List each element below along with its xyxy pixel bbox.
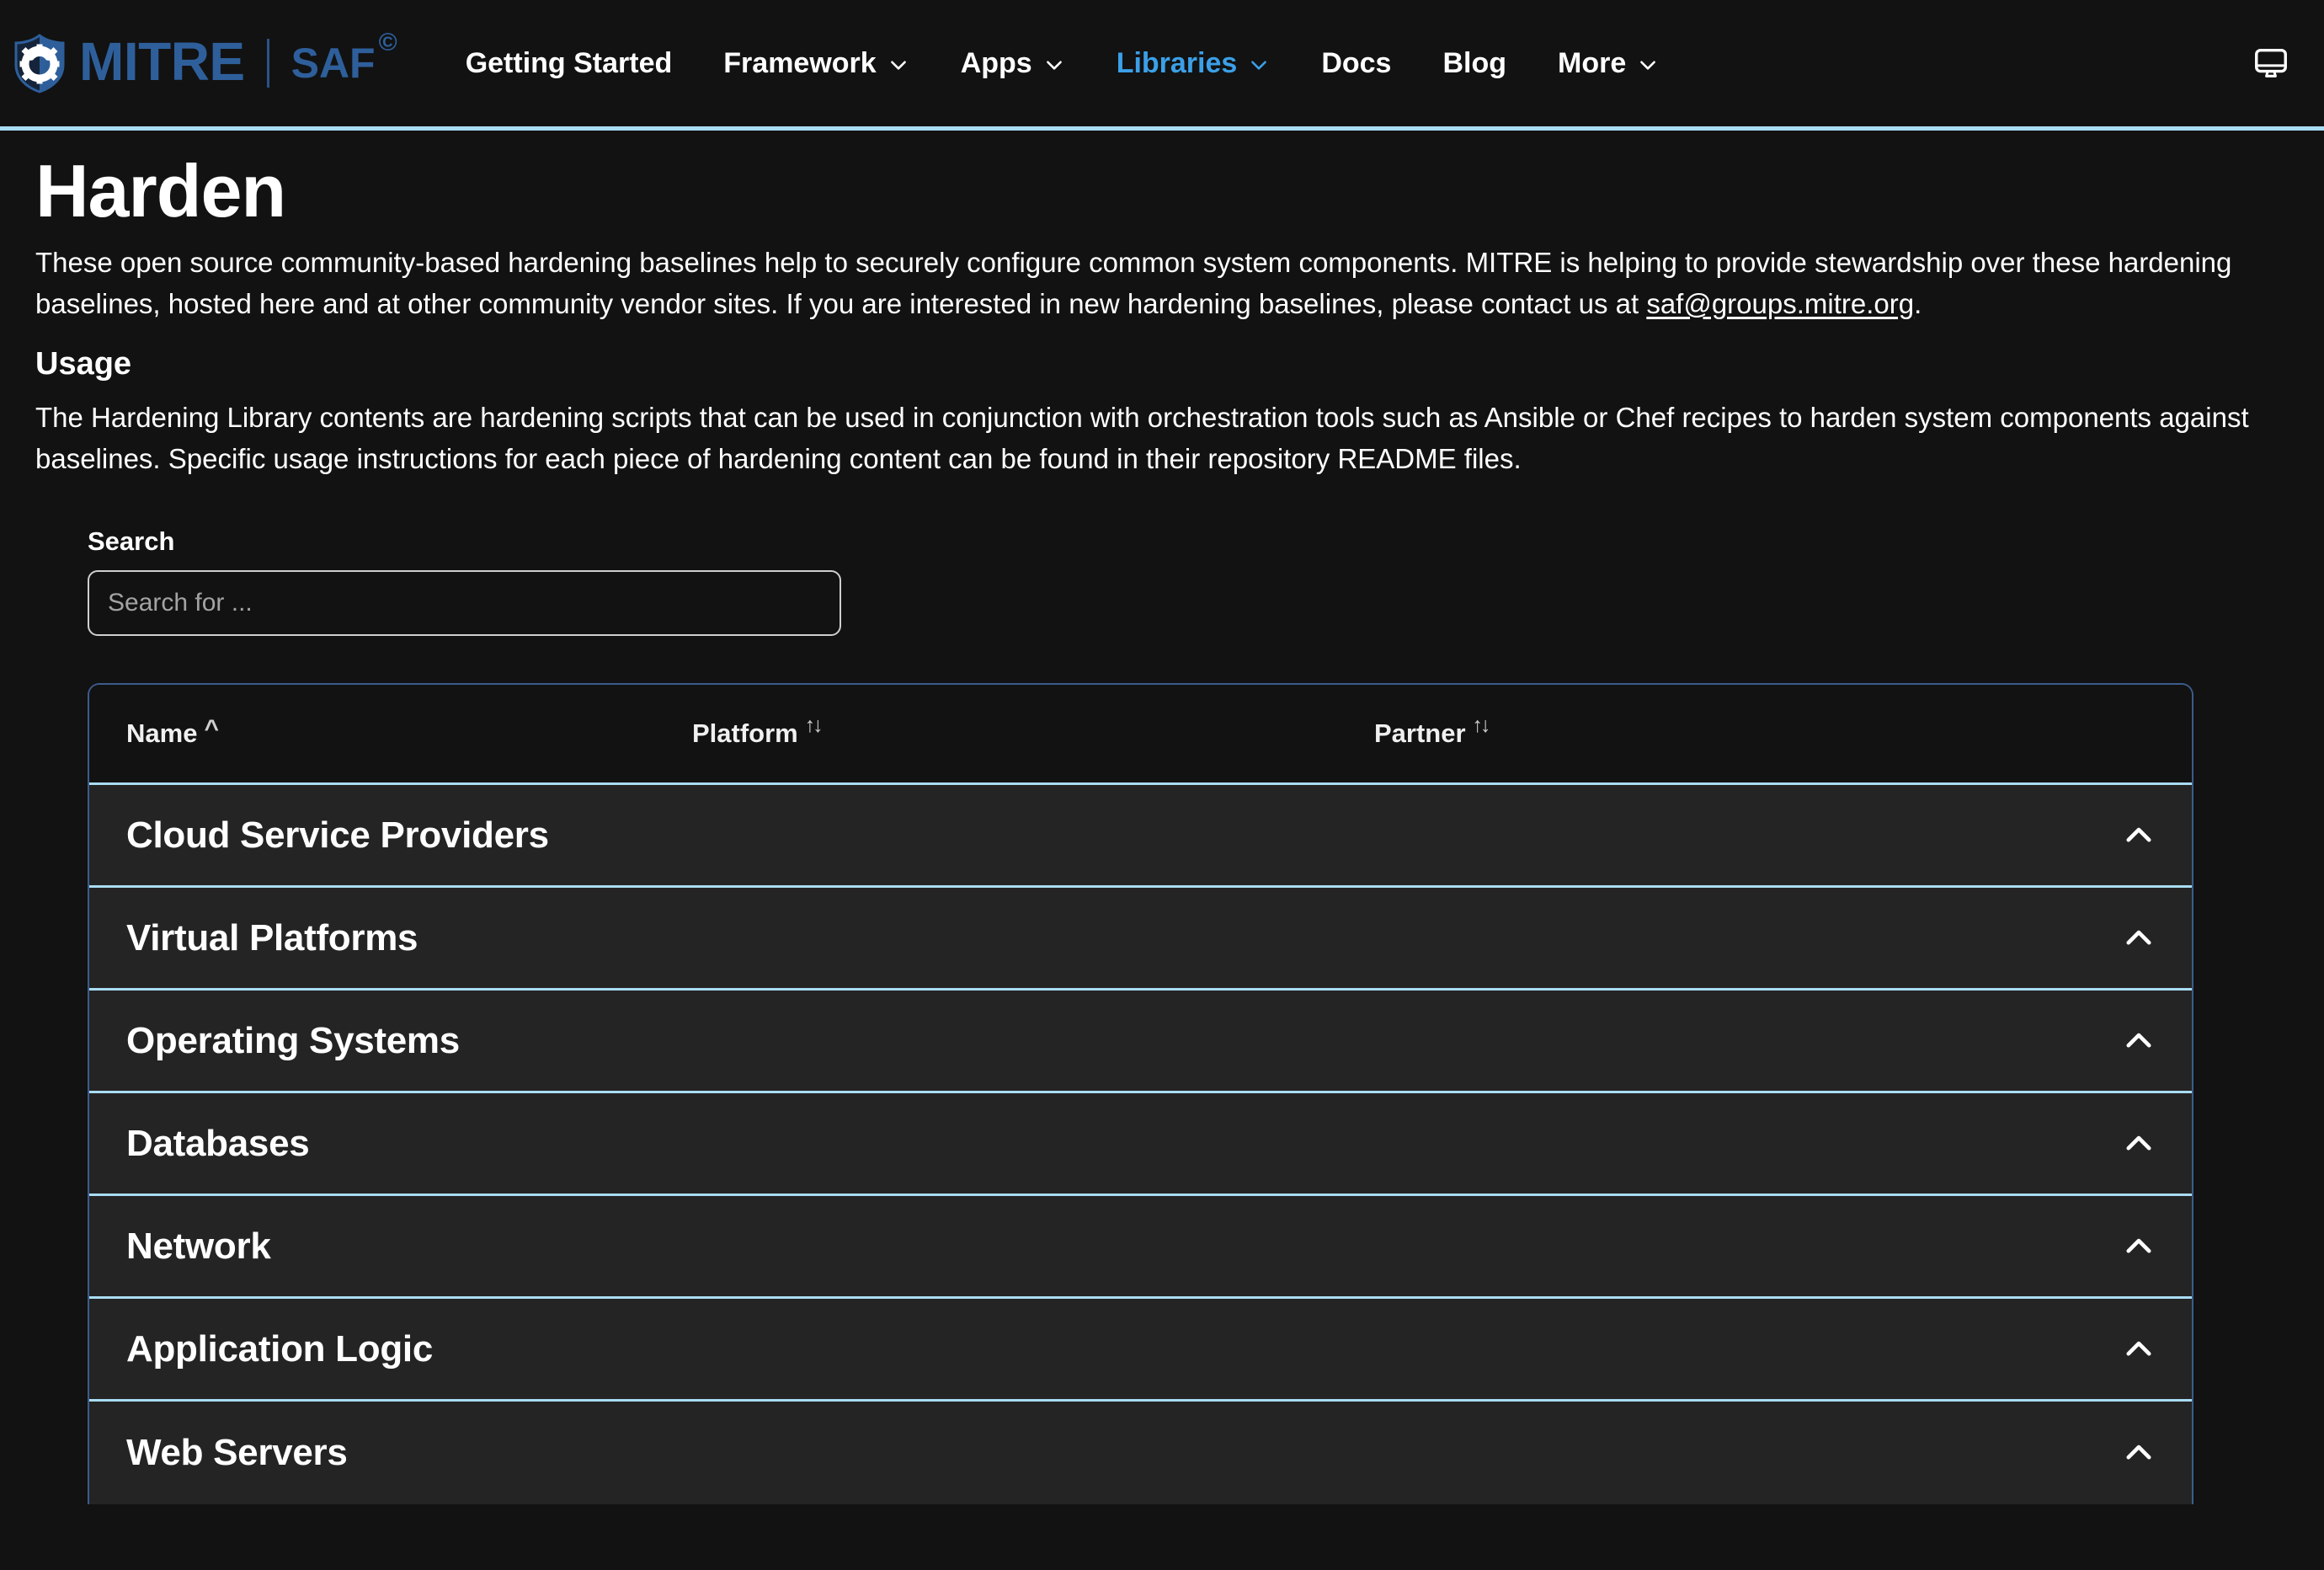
column-header-platform[interactable]: Platform ↑↓ xyxy=(692,713,1374,749)
chevron-up-icon[interactable] xyxy=(2121,1126,2156,1161)
accordion-title: Network xyxy=(126,1225,271,1267)
accordion-title: Application Logic xyxy=(126,1327,434,1370)
column-label: Name xyxy=(126,718,198,749)
search-block: Search xyxy=(35,526,2290,637)
nav-label: Framework xyxy=(723,46,877,79)
nav-item-getting-started[interactable]: Getting Started xyxy=(466,39,673,88)
mitre-wordmark: MITRE xyxy=(79,31,245,92)
nav-item-apps[interactable]: Apps xyxy=(961,39,1065,88)
nav-item-docs[interactable]: Docs xyxy=(1321,39,1391,88)
nav-item-more[interactable]: More xyxy=(1558,39,1659,88)
usage-paragraph: The Hardening Library contents are harde… xyxy=(35,402,2249,474)
accordion-row-databases[interactable]: Databases xyxy=(89,1093,2192,1197)
saf-wordmark: SAF © xyxy=(290,29,397,87)
chevron-up-icon[interactable] xyxy=(2121,1229,2156,1264)
accordion-row-operating-systems[interactable]: Operating Systems xyxy=(89,991,2192,1094)
chevron-up-icon[interactable] xyxy=(2121,1332,2156,1367)
nav-label: More xyxy=(1558,46,1627,79)
accordion-title: Web Servers xyxy=(126,1432,348,1474)
accordion-row-application-logic[interactable]: Application Logic xyxy=(89,1299,2192,1402)
accordion-row-virtual-platforms[interactable]: Virtual Platforms xyxy=(89,888,2192,991)
chevron-down-icon xyxy=(887,54,909,76)
column-label: Platform xyxy=(692,718,798,749)
search-label: Search xyxy=(88,526,175,557)
nav-label: Apps xyxy=(960,46,1032,79)
desktop-monitor-icon[interactable] xyxy=(2252,44,2290,83)
nav-label: Blog xyxy=(1442,46,1506,79)
top-navigation-bar: MITRE SAF © Getting Started Framework App… xyxy=(0,0,2324,131)
chevron-up-icon[interactable] xyxy=(2121,1023,2156,1059)
column-header-partner[interactable]: Partner ↑↓ xyxy=(1374,713,2192,749)
nav-item-blog[interactable]: Blog xyxy=(1442,39,1506,88)
nav-item-libraries[interactable]: Libraries xyxy=(1117,39,1271,88)
nav-item-framework[interactable]: Framework xyxy=(723,39,909,88)
accordion-row-network[interactable]: Network xyxy=(89,1196,2192,1300)
chevron-down-icon xyxy=(1043,54,1065,76)
column-header-name[interactable]: Name ^ xyxy=(126,715,692,749)
sort-both-icon: ↑↓ xyxy=(804,713,824,738)
hardening-library-table: Name ^ Platform ↑↓ Partner ↑↓ Cloud Serv… xyxy=(88,683,2193,1505)
brand-divider xyxy=(266,39,269,88)
contact-email-link[interactable]: saf@groups.mitre.org xyxy=(1646,288,1914,319)
column-label: Partner xyxy=(1374,718,1466,749)
accordion-row-web-servers[interactable]: Web Servers xyxy=(89,1402,2192,1505)
main-content: Harden These open source community-based… xyxy=(0,131,2324,1505)
accordion-title: Databases xyxy=(126,1122,310,1164)
search-input[interactable] xyxy=(88,570,841,637)
copyright-symbol: © xyxy=(378,29,397,57)
sort-ascending-icon: ^ xyxy=(204,715,219,744)
nav-label: Docs xyxy=(1321,46,1392,79)
chevron-up-icon[interactable] xyxy=(2121,818,2156,853)
primary-nav: Getting Started Framework Apps Libraries… xyxy=(466,39,2324,88)
chevron-down-icon xyxy=(1248,54,1270,76)
nav-label: Libraries xyxy=(1116,46,1238,79)
nav-label: Getting Started xyxy=(465,46,673,79)
sort-both-icon: ↑↓ xyxy=(1472,713,1491,738)
brand-logo[interactable]: MITRE SAF © xyxy=(12,29,397,93)
chevron-up-icon[interactable] xyxy=(2121,921,2156,956)
intro-text-end: . xyxy=(1914,287,1922,319)
accordion-title: Cloud Service Providers xyxy=(126,814,549,856)
page-title: Harden xyxy=(35,149,286,232)
chevron-up-icon[interactable] xyxy=(2121,1435,2156,1471)
accordion-title: Virtual Platforms xyxy=(126,916,418,959)
mitre-shield-gear-icon xyxy=(12,33,67,93)
table-header-row: Name ^ Platform ↑↓ Partner ↑↓ xyxy=(89,685,2192,786)
accordion-title: Operating Systems xyxy=(126,1019,460,1061)
usage-heading: Usage xyxy=(35,346,132,382)
intro-paragraph: These open source community-based harden… xyxy=(35,243,2258,324)
chevron-down-icon xyxy=(1637,54,1659,76)
navbar-right-actions xyxy=(2252,44,2290,83)
accordion-row-cloud-service-providers[interactable]: Cloud Service Providers xyxy=(89,785,2192,889)
